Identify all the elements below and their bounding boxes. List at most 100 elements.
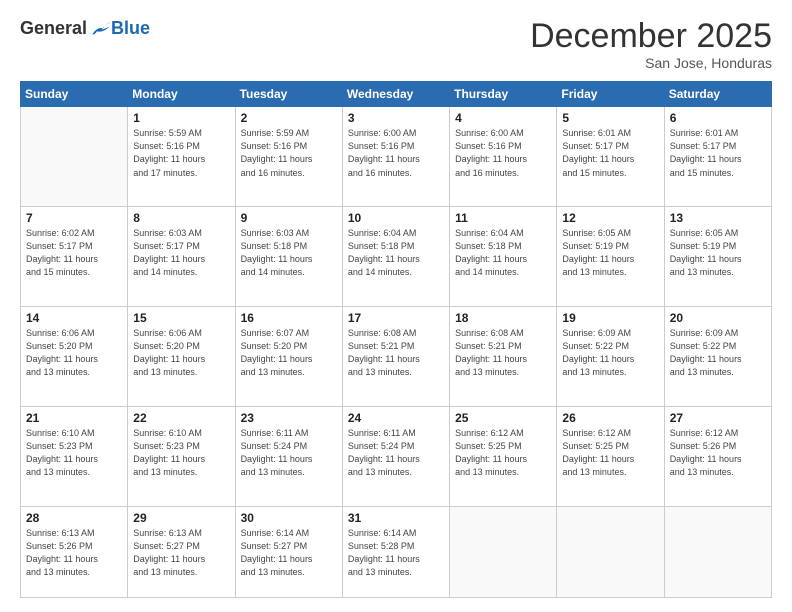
day-number: 6 [670, 111, 766, 125]
day-info: Sunrise: 6:09 AM Sunset: 5:22 PM Dayligh… [562, 327, 658, 379]
day-info: Sunrise: 6:01 AM Sunset: 5:17 PM Dayligh… [562, 127, 658, 179]
calendar-cell [21, 107, 128, 207]
calendar-table: Sunday Monday Tuesday Wednesday Thursday… [20, 81, 772, 598]
day-number: 14 [26, 311, 122, 325]
day-info: Sunrise: 6:07 AM Sunset: 5:20 PM Dayligh… [241, 327, 337, 379]
calendar-cell: 4 Sunrise: 6:00 AM Sunset: 5:16 PM Daylig… [450, 107, 557, 207]
day-number: 4 [455, 111, 551, 125]
calendar-cell: 7 Sunrise: 6:02 AM Sunset: 5:17 PM Daylig… [21, 207, 128, 307]
day-info: Sunrise: 6:04 AM Sunset: 5:18 PM Dayligh… [455, 227, 551, 279]
calendar-cell: 13 Sunrise: 6:05 AM Sunset: 5:19 PM Dayli… [664, 207, 771, 307]
th-monday: Monday [128, 82, 235, 107]
day-info: Sunrise: 6:03 AM Sunset: 5:17 PM Dayligh… [133, 227, 229, 279]
day-number: 20 [670, 311, 766, 325]
day-info: Sunrise: 6:06 AM Sunset: 5:20 PM Dayligh… [133, 327, 229, 379]
day-number: 2 [241, 111, 337, 125]
day-number: 25 [455, 411, 551, 425]
logo-general: General [20, 18, 87, 39]
calendar-cell: 14 Sunrise: 6:06 AM Sunset: 5:20 PM Dayli… [21, 307, 128, 407]
day-number: 5 [562, 111, 658, 125]
calendar-cell: 29 Sunrise: 6:13 AM Sunset: 5:27 PM Dayli… [128, 507, 235, 598]
day-number: 16 [241, 311, 337, 325]
calendar-cell: 6Sunrise: 6:01 AM Sunset: 5:17 PM Daylig… [664, 107, 771, 207]
calendar-cell: 30 Sunrise: 6:14 AM Sunset: 5:27 PM Dayli… [235, 507, 342, 598]
calendar-cell: 25 Sunrise: 6:12 AM Sunset: 5:25 PM Dayli… [450, 407, 557, 507]
day-number: 3 [348, 111, 444, 125]
day-number: 31 [348, 511, 444, 525]
day-number: 22 [133, 411, 229, 425]
day-info: Sunrise: 6:12 AM Sunset: 5:25 PM Dayligh… [562, 427, 658, 479]
day-info: Sunrise: 6:02 AM Sunset: 5:17 PM Dayligh… [26, 227, 122, 279]
calendar-cell: 23 Sunrise: 6:11 AM Sunset: 5:24 PM Dayli… [235, 407, 342, 507]
day-info: Sunrise: 6:06 AM Sunset: 5:20 PM Dayligh… [26, 327, 122, 379]
calendar-cell: 15 Sunrise: 6:06 AM Sunset: 5:20 PM Dayli… [128, 307, 235, 407]
day-number: 9 [241, 211, 337, 225]
day-info: Sunrise: 6:00 AM Sunset: 5:16 PM Dayligh… [348, 127, 444, 179]
th-sunday: Sunday [21, 82, 128, 107]
day-number: 24 [348, 411, 444, 425]
weekday-header-row: Sunday Monday Tuesday Wednesday Thursday… [21, 82, 772, 107]
calendar-cell: 11 Sunrise: 6:04 AM Sunset: 5:18 PM Dayli… [450, 207, 557, 307]
calendar-cell: 1Sunrise: 5:59 AM Sunset: 5:16 PM Daylig… [128, 107, 235, 207]
day-number: 8 [133, 211, 229, 225]
header: General Blue December 2025 San Jose, Hon… [20, 18, 772, 71]
day-number: 11 [455, 211, 551, 225]
calendar-cell [450, 507, 557, 598]
day-info: Sunrise: 6:08 AM Sunset: 5:21 PM Dayligh… [455, 327, 551, 379]
day-number: 23 [241, 411, 337, 425]
day-number: 15 [133, 311, 229, 325]
day-info: Sunrise: 6:11 AM Sunset: 5:24 PM Dayligh… [241, 427, 337, 479]
calendar-cell: 5 Sunrise: 6:01 AM Sunset: 5:17 PM Daylig… [557, 107, 664, 207]
calendar-cell: 10 Sunrise: 6:04 AM Sunset: 5:18 PM Dayli… [342, 207, 449, 307]
day-info: Sunrise: 6:14 AM Sunset: 5:27 PM Dayligh… [241, 527, 337, 579]
day-info: Sunrise: 6:04 AM Sunset: 5:18 PM Dayligh… [348, 227, 444, 279]
day-info: Sunrise: 6:03 AM Sunset: 5:18 PM Dayligh… [241, 227, 337, 279]
day-number: 19 [562, 311, 658, 325]
calendar-cell: 18Sunrise: 6:08 AM Sunset: 5:21 PM Dayli… [450, 307, 557, 407]
day-info: Sunrise: 6:00 AM Sunset: 5:16 PM Dayligh… [455, 127, 551, 179]
th-saturday: Saturday [664, 82, 771, 107]
calendar-cell [664, 507, 771, 598]
day-info: Sunrise: 6:13 AM Sunset: 5:26 PM Dayligh… [26, 527, 122, 579]
calendar-cell: 12 Sunrise: 6:05 AM Sunset: 5:19 PM Dayli… [557, 207, 664, 307]
day-number: 28 [26, 511, 122, 525]
day-number: 26 [562, 411, 658, 425]
calendar-cell: 9 Sunrise: 6:03 AM Sunset: 5:18 PM Daylig… [235, 207, 342, 307]
calendar-cell: 8 Sunrise: 6:03 AM Sunset: 5:17 PM Daylig… [128, 207, 235, 307]
calendar-cell: 28 Sunrise: 6:13 AM Sunset: 5:26 PM Dayli… [21, 507, 128, 598]
th-friday: Friday [557, 82, 664, 107]
logo-text: General Blue [20, 18, 150, 39]
page: General Blue December 2025 San Jose, Hon… [0, 0, 792, 612]
calendar-cell: 26 Sunrise: 6:12 AM Sunset: 5:25 PM Dayli… [557, 407, 664, 507]
day-info: Sunrise: 6:11 AM Sunset: 5:24 PM Dayligh… [348, 427, 444, 479]
calendar-cell: 22 Sunrise: 6:10 AM Sunset: 5:23 PM Dayli… [128, 407, 235, 507]
calendar-cell: 21 Sunrise: 6:10 AM Sunset: 5:23 PM Dayli… [21, 407, 128, 507]
day-info: Sunrise: 6:10 AM Sunset: 5:23 PM Dayligh… [26, 427, 122, 479]
day-info: Sunrise: 6:13 AM Sunset: 5:27 PM Dayligh… [133, 527, 229, 579]
day-number: 13 [670, 211, 766, 225]
day-number: 27 [670, 411, 766, 425]
day-info: Sunrise: 6:12 AM Sunset: 5:25 PM Dayligh… [455, 427, 551, 479]
day-info: Sunrise: 6:05 AM Sunset: 5:19 PM Dayligh… [670, 227, 766, 279]
calendar-cell: 27Sunrise: 6:12 AM Sunset: 5:26 PM Dayli… [664, 407, 771, 507]
day-number: 30 [241, 511, 337, 525]
day-info: Sunrise: 6:08 AM Sunset: 5:21 PM Dayligh… [348, 327, 444, 379]
logo: General Blue [20, 18, 150, 39]
day-number: 12 [562, 211, 658, 225]
logo-blue: Blue [111, 18, 150, 39]
th-wednesday: Wednesday [342, 82, 449, 107]
day-number: 29 [133, 511, 229, 525]
calendar-cell: 19 Sunrise: 6:09 AM Sunset: 5:22 PM Dayli… [557, 307, 664, 407]
day-number: 21 [26, 411, 122, 425]
day-info: Sunrise: 5:59 AM Sunset: 5:16 PM Dayligh… [133, 127, 229, 179]
th-tuesday: Tuesday [235, 82, 342, 107]
calendar-cell: 3 Sunrise: 6:00 AM Sunset: 5:16 PM Daylig… [342, 107, 449, 207]
day-info: Sunrise: 6:10 AM Sunset: 5:23 PM Dayligh… [133, 427, 229, 479]
day-number: 7 [26, 211, 122, 225]
day-number: 10 [348, 211, 444, 225]
day-info: Sunrise: 6:05 AM Sunset: 5:19 PM Dayligh… [562, 227, 658, 279]
calendar-cell: 24 Sunrise: 6:11 AM Sunset: 5:24 PM Dayli… [342, 407, 449, 507]
calendar-cell: 17Sunrise: 6:08 AM Sunset: 5:21 PM Dayli… [342, 307, 449, 407]
calendar-cell: 31Sunrise: 6:14 AM Sunset: 5:28 PM Dayli… [342, 507, 449, 598]
calendar-cell [557, 507, 664, 598]
